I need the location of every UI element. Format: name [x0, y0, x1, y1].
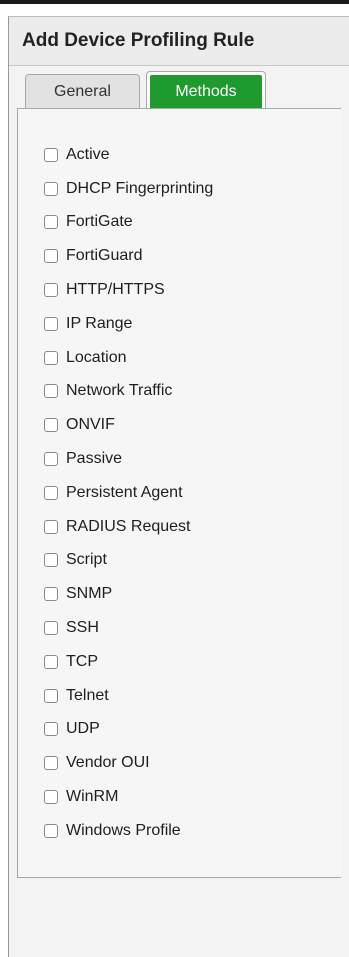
method-checkbox[interactable]: [44, 384, 58, 399]
method-label: ONVIF: [66, 416, 115, 434]
method-item-winrm[interactable]: WinRM: [44, 780, 213, 814]
method-item-vendor-oui[interactable]: Vendor OUI: [44, 746, 213, 780]
tab-methods[interactable]: Methods: [146, 71, 266, 108]
method-checkbox[interactable]: [44, 316, 58, 331]
method-label: UDP: [66, 720, 100, 738]
method-label: Network Traffic: [66, 382, 173, 400]
method-checkbox[interactable]: [44, 621, 58, 636]
method-checkbox[interactable]: [44, 756, 58, 771]
method-checkbox[interactable]: [44, 283, 58, 298]
method-label: IP Range: [66, 314, 133, 332]
method-label: Active: [66, 145, 110, 163]
method-item-script[interactable]: Script: [44, 544, 213, 578]
method-checkbox[interactable]: [44, 553, 58, 568]
method-checkbox[interactable]: [44, 452, 58, 467]
method-item-telnet[interactable]: Telnet: [44, 679, 213, 713]
method-label: FortiGate: [66, 213, 133, 231]
method-label: SNMP: [66, 585, 113, 603]
method-item-ssh[interactable]: SSH: [44, 611, 213, 645]
method-item-fortiguard[interactable]: FortiGuard: [44, 239, 213, 273]
method-checkbox[interactable]: [44, 215, 58, 230]
method-checkbox[interactable]: [44, 519, 58, 534]
method-label: Persistent Agent: [66, 483, 183, 501]
method-item-http-https[interactable]: HTTP/HTTPS: [44, 273, 213, 307]
method-checkbox[interactable]: [44, 181, 58, 196]
method-label: TCP: [66, 652, 98, 670]
method-checkbox[interactable]: [44, 249, 58, 264]
tab-general[interactable]: General: [25, 74, 140, 108]
method-checkbox[interactable]: [44, 587, 58, 602]
method-checkbox[interactable]: [44, 688, 58, 703]
method-label: Vendor OUI: [66, 754, 150, 772]
method-item-location[interactable]: Location: [44, 341, 213, 375]
method-checkbox[interactable]: [44, 654, 58, 669]
method-label: Windows Profile: [66, 821, 181, 839]
method-item-windows-profile[interactable]: Windows Profile: [44, 814, 213, 848]
methods-panel: Active DHCP Fingerprinting FortiGate For…: [17, 108, 341, 878]
method-item-passive[interactable]: Passive: [44, 442, 213, 476]
method-item-active[interactable]: Active: [44, 138, 213, 172]
dialog-title: Add Device Profiling Rule: [22, 30, 255, 51]
method-label: DHCP Fingerprinting: [66, 179, 214, 197]
method-checkbox[interactable]: [44, 147, 58, 162]
method-item-ip-range[interactable]: IP Range: [44, 307, 213, 341]
method-item-udp[interactable]: UDP: [44, 713, 213, 747]
top-edge: [0, 0, 349, 16]
method-label: HTTP/HTTPS: [66, 281, 165, 299]
method-item-radius-request[interactable]: RADIUS Request: [44, 510, 213, 544]
tab-general-label: General: [54, 82, 111, 100]
method-item-network-traffic[interactable]: Network Traffic: [44, 375, 213, 409]
method-item-onvif[interactable]: ONVIF: [44, 408, 213, 442]
method-checkbox[interactable]: [44, 823, 58, 838]
method-item-snmp[interactable]: SNMP: [44, 577, 213, 611]
method-item-persistent-agent[interactable]: Persistent Agent: [44, 476, 213, 510]
method-label: Script: [66, 551, 107, 569]
method-label: RADIUS Request: [66, 517, 191, 535]
method-checkbox[interactable]: [44, 485, 58, 500]
method-checkbox[interactable]: [44, 350, 58, 365]
method-checkbox[interactable]: [44, 418, 58, 433]
method-item-tcp[interactable]: TCP: [44, 645, 213, 679]
method-label: WinRM: [66, 788, 119, 806]
method-label: SSH: [66, 619, 99, 637]
methods-list: Active DHCP Fingerprinting FortiGate For…: [44, 138, 213, 848]
tab-methods-label: Methods: [175, 82, 237, 100]
method-label: FortiGuard: [66, 247, 143, 265]
method-checkbox[interactable]: [44, 790, 58, 805]
tab-bar: General Methods: [25, 71, 266, 108]
method-label: Passive: [66, 450, 123, 468]
method-item-dhcp-fingerprinting[interactable]: DHCP Fingerprinting: [44, 172, 213, 206]
method-item-fortigate[interactable]: FortiGate: [44, 206, 213, 240]
tab-methods-highlight: Methods: [150, 75, 262, 108]
method-checkbox[interactable]: [44, 722, 58, 737]
method-label: Telnet: [66, 686, 109, 704]
method-label: Location: [66, 348, 127, 366]
dialog-titlebar: Add Device Profiling Rule: [9, 17, 349, 66]
